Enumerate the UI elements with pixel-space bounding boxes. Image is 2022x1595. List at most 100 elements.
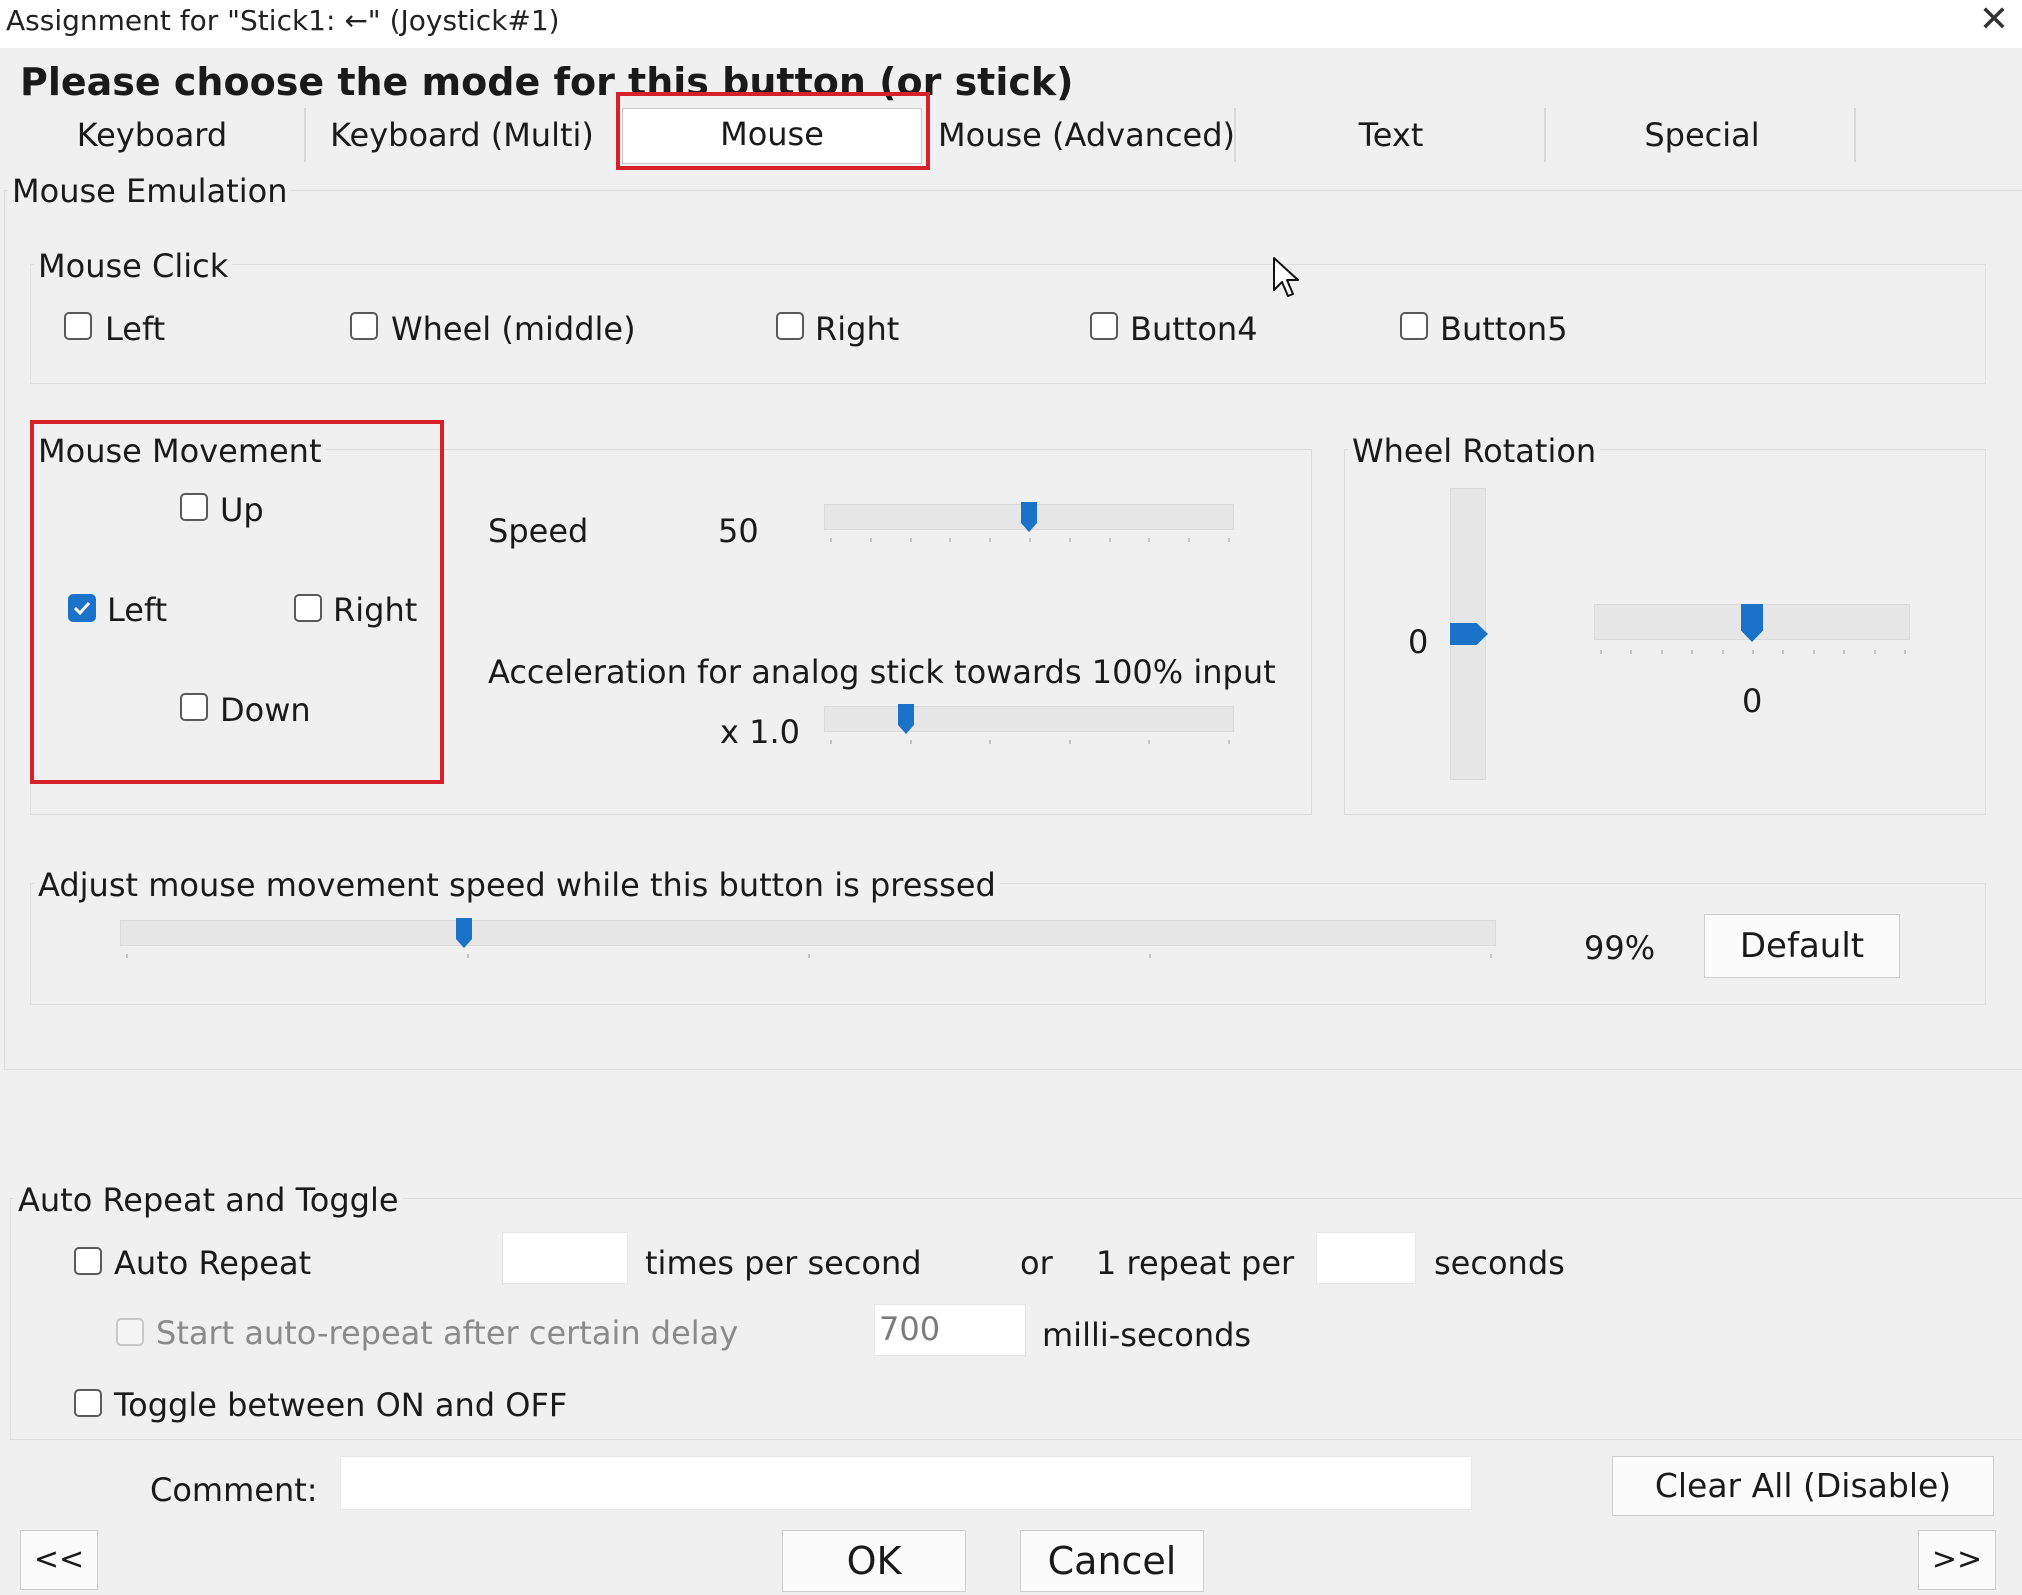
mouse-cursor-icon <box>1273 257 1299 297</box>
slider-tick <box>1149 954 1151 958</box>
acceleration-slider-ticks <box>830 740 1230 746</box>
move-left-label: Left <box>107 591 168 629</box>
times-per-second-label: times per second <box>645 1244 922 1282</box>
slider-tick <box>989 538 992 542</box>
move-right-checkbox[interactable] <box>294 594 322 622</box>
delay-checkbox[interactable] <box>116 1318 144 1346</box>
speed-label: Speed <box>488 512 589 550</box>
acceleration-slider[interactable] <box>824 706 1234 732</box>
tab-special[interactable]: Special <box>1600 110 1804 160</box>
slider-tick <box>909 538 912 542</box>
acceleration-value: x 1.0 <box>720 713 800 751</box>
slider-tick <box>949 538 952 542</box>
move-down-checkbox[interactable] <box>180 693 208 721</box>
tab-text[interactable]: Text <box>1290 110 1492 160</box>
wheel-horizontal-slider-ticks <box>1600 650 1906 656</box>
next-button[interactable]: >> <box>1918 1530 1996 1590</box>
click-button4-label: Button4 <box>1130 310 1258 348</box>
slider-tick <box>1029 538 1031 542</box>
slider-tick <box>830 740 832 744</box>
auto-repeat-bottom-rule <box>10 1439 2022 1440</box>
click-left-checkbox[interactable] <box>64 312 92 340</box>
slider-tick <box>1148 740 1151 744</box>
click-right-checkbox[interactable] <box>776 312 804 340</box>
close-icon[interactable]: ✕ <box>1974 0 2014 40</box>
slider-tick <box>1630 650 1633 654</box>
ok-button[interactable]: OK <box>782 1530 966 1592</box>
seconds-input[interactable] <box>1316 1232 1416 1284</box>
tab-separator <box>1544 108 1546 162</box>
slider-tick <box>1752 650 1754 654</box>
repeat-per-label: 1 repeat per <box>1096 1244 1295 1282</box>
auto-repeat-checkbox[interactable] <box>74 1247 102 1275</box>
tab-mouse-advanced[interactable]: Mouse (Advanced) <box>938 110 1235 160</box>
move-up-checkbox[interactable] <box>180 493 208 521</box>
adjust-speed-value: 99% <box>1584 929 1656 967</box>
checkmark-icon <box>73 601 91 616</box>
auto-repeat-left-rule <box>10 1198 11 1440</box>
move-right-label: Right <box>333 591 418 629</box>
mouse-emulation-label: Mouse Emulation <box>8 171 292 211</box>
prev-button[interactable]: << <box>20 1530 98 1590</box>
slider-tick <box>1228 740 1230 744</box>
slider-tick <box>126 954 128 958</box>
slider-tick <box>1660 650 1663 654</box>
click-button4-checkbox[interactable] <box>1090 312 1118 340</box>
slider-tick <box>808 954 810 958</box>
tab-mouse-highlight <box>616 92 930 170</box>
slider-tick <box>467 954 469 958</box>
default-button[interactable]: Default <box>1704 914 1900 978</box>
slider-tick <box>1188 538 1191 542</box>
slider-tick <box>1068 538 1071 542</box>
auto-repeat-label: Auto Repeat and Toggle <box>14 1180 403 1220</box>
tab-separator <box>1234 108 1236 162</box>
wheel-vertical-value: 0 <box>1408 623 1429 661</box>
mouse-click-label: Mouse Click <box>34 246 233 286</box>
auto-repeat-option-label: Auto Repeat <box>114 1244 312 1282</box>
wheel-horizontal-value: 0 <box>1742 682 1763 720</box>
slider-tick <box>1148 538 1151 542</box>
click-button5-checkbox[interactable] <box>1400 312 1428 340</box>
tab-keyboard[interactable]: Keyboard <box>40 110 264 160</box>
click-left-label: Left <box>105 310 166 348</box>
toggle-label: Toggle between ON and OFF <box>114 1386 568 1424</box>
clear-all-button[interactable]: Clear All (Disable) <box>1612 1456 1994 1516</box>
click-wheel-checkbox[interactable] <box>350 312 378 340</box>
slider-tick <box>1490 954 1492 958</box>
adjust-speed-slider[interactable] <box>120 920 1496 946</box>
click-right-label: Right <box>815 310 900 348</box>
delay-input[interactable]: 700 <box>874 1304 1026 1356</box>
slider-tick <box>989 740 992 744</box>
slider-tick <box>1812 650 1815 654</box>
slider-tick <box>1228 538 1230 542</box>
seconds-label: seconds <box>1434 1244 1565 1282</box>
mouse-click-group <box>30 264 1986 384</box>
comment-input[interactable] <box>340 1456 1472 1510</box>
slider-tick <box>1068 740 1071 744</box>
toggle-checkbox[interactable] <box>74 1389 102 1417</box>
window-title: Assignment for "Stick1: ←" (Joystick#1) <box>6 4 560 37</box>
tab-keyboard-multi[interactable]: Keyboard (Multi) <box>320 110 604 160</box>
adjust-speed-label: Adjust mouse movement speed while this b… <box>34 865 1000 905</box>
move-down-label: Down <box>220 691 311 729</box>
speed-slider-ticks <box>830 538 1230 544</box>
slider-tick <box>909 740 912 744</box>
slider-tick <box>1782 650 1785 654</box>
delay-label: Start auto-repeat after certain delay <box>156 1314 739 1352</box>
move-left-checkbox[interactable] <box>68 594 96 622</box>
slider-tick <box>830 538 832 542</box>
slider-tick <box>1873 650 1876 654</box>
slider-tick <box>1721 650 1724 654</box>
slider-tick <box>1600 650 1602 654</box>
cancel-button[interactable]: Cancel <box>1020 1530 1204 1592</box>
click-button5-label: Button5 <box>1440 310 1568 348</box>
adjust-speed-slider-ticks <box>126 954 1492 960</box>
slider-tick <box>1691 650 1694 654</box>
times-per-second-input[interactable] <box>502 1232 628 1284</box>
click-wheel-label: Wheel (middle) <box>391 310 636 348</box>
speed-value: 50 <box>718 512 759 550</box>
tab-separator <box>1854 108 1856 162</box>
move-up-label: Up <box>220 491 264 529</box>
or-label: or <box>1020 1244 1053 1282</box>
slider-tick <box>869 538 872 542</box>
